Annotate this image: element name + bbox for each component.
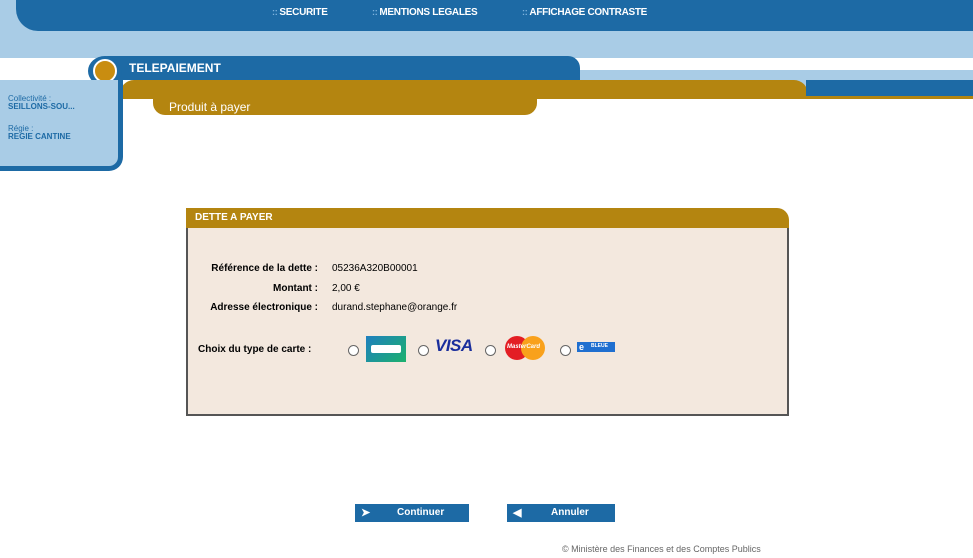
sidebar-info-panel: Collectivité : SEILLONS-SOU... Régie : R… — [0, 80, 123, 171]
email-value: durand.stephane@orange.fr — [332, 302, 458, 313]
reference-label: Référence de la dette : — [211, 263, 318, 274]
continue-button[interactable]: ➤ Continuer — [355, 504, 469, 522]
ebleue-prefix: e — [579, 342, 585, 352]
arrow-right-icon: ➤ — [361, 507, 371, 519]
email-label: Adresse électronique : — [210, 302, 318, 313]
nav-link-label: SECURITE — [279, 7, 328, 18]
top-navigation: :: SECURITE :: MENTIONS LEGALES :: AFFICHAG… — [16, 0, 973, 31]
tab-produit-a-payer[interactable]: Produit à payer — [153, 99, 537, 115]
gold-band — [120, 80, 808, 96]
cancel-label: Annuler — [551, 507, 589, 518]
regie-value: REGIE CANTINE — [8, 132, 71, 141]
radio-mastercard[interactable] — [485, 345, 496, 356]
nav-link-label: MENTIONS LEGALES — [379, 7, 478, 18]
radio-ebleue[interactable] — [560, 345, 571, 356]
mastercard-card-icon: MasterCard — [505, 336, 545, 360]
montant-label: Montant : — [273, 283, 318, 294]
nav-link-affichage-contraste[interactable]: :: AFFICHAGE CONTRASTE — [522, 7, 647, 18]
footer-copyright: © Ministère des Finances et des Comptes … — [562, 544, 761, 554]
nav-link-securite[interactable]: :: SECURITE — [272, 7, 328, 18]
dette-title: DETTE A PAYER — [195, 212, 273, 223]
visa-card-icon: VISA — [435, 336, 473, 355]
ebleue-text: BLEUE — [591, 343, 608, 349]
dette-panel: DETTE A PAYER Référence de la dette : 05… — [186, 208, 789, 416]
tab-label: Produit à payer — [169, 100, 251, 114]
montant-value: 2,00 € — [332, 283, 360, 294]
cb-card-icon — [366, 336, 406, 362]
collectivite-value: SEILLONS-SOU... — [8, 102, 75, 111]
nav-link-label: AFFICHAGE CONTRASTE — [529, 7, 648, 18]
arrow-left-icon: ◀ — [513, 507, 522, 519]
mastercard-text: MasterCard — [507, 344, 541, 350]
card-choice-label: Choix du type de carte : — [198, 344, 312, 355]
dette-body: Référence de la dette : 05236A320B00001 … — [186, 228, 789, 416]
radio-cb[interactable] — [348, 345, 359, 356]
continue-label: Continuer — [397, 507, 445, 518]
page-title: TELEPAIEMENT — [129, 61, 221, 75]
reference-value: 05236A320B00001 — [332, 263, 418, 274]
ebleue-card-icon: e BLEUE — [577, 342, 615, 352]
dette-header: DETTE A PAYER — [186, 208, 789, 228]
cancel-button[interactable]: ◀ Annuler — [507, 504, 615, 522]
radio-visa[interactable] — [418, 345, 429, 356]
blue-band-right — [806, 80, 973, 96]
nav-link-mentions-legales[interactable]: :: MENTIONS LEGALES — [372, 7, 478, 18]
